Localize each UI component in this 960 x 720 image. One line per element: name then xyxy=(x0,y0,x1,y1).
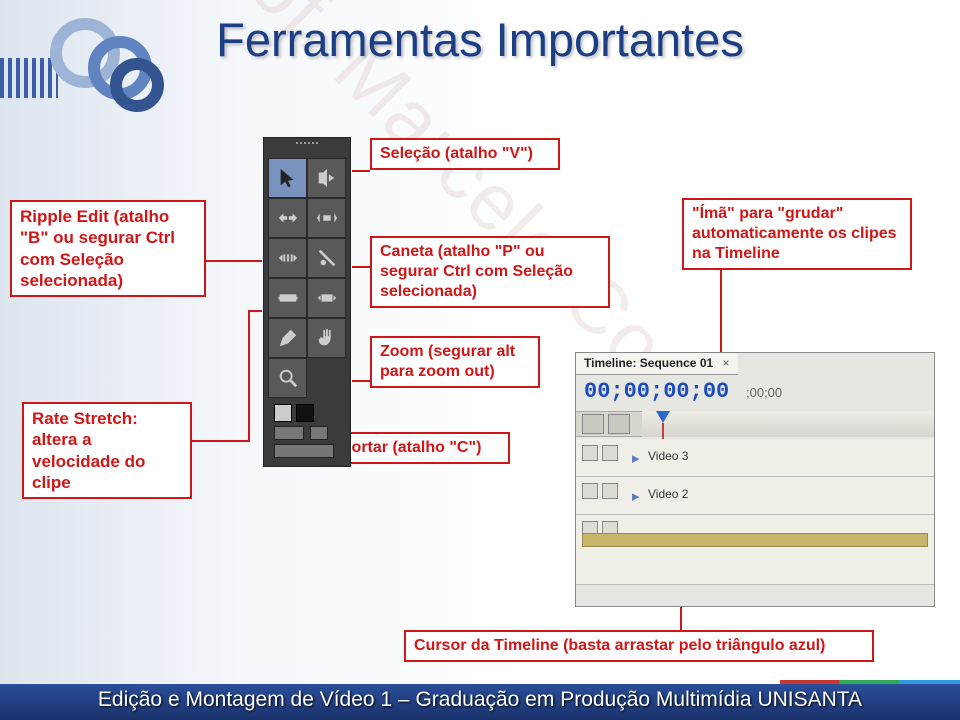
slide: Prof. Marcelo Correia Ferramentas Import… xyxy=(0,0,960,720)
pointer-line xyxy=(248,310,262,312)
selection-tool[interactable] xyxy=(268,158,307,198)
slip-icon xyxy=(277,287,299,309)
track-toggle[interactable] xyxy=(602,445,618,461)
razor-tool[interactable] xyxy=(307,238,346,278)
track-toggle[interactable] xyxy=(582,445,598,461)
pointer-line xyxy=(192,440,248,442)
track-toggle[interactable] xyxy=(602,483,618,499)
pen-tool[interactable] xyxy=(268,318,307,358)
timeline-track[interactable]: ▸ Video 2 xyxy=(576,477,934,515)
rate-stretch-icon xyxy=(277,247,299,269)
pointer-line xyxy=(352,380,370,382)
magnifier-icon xyxy=(277,367,299,389)
cursor-icon xyxy=(277,167,299,189)
track-select-icon xyxy=(316,167,338,189)
timecode-sub: ;00;00 xyxy=(746,385,782,400)
callout-razor: Cortar (atalho "C") xyxy=(330,432,510,464)
callout-zoom: Zoom (segurar alt para zoom out) xyxy=(370,336,540,388)
slip-tool[interactable] xyxy=(268,278,307,318)
callout-rate: Rate Stretch: altera a velocidade do cli… xyxy=(22,402,192,499)
track-label: Video 3 xyxy=(648,449,688,463)
expand-icon[interactable]: ▸ xyxy=(632,487,640,505)
callout-snap: "Ímã" para "grudar" automaticamente os c… xyxy=(682,198,912,270)
ripple-icon xyxy=(277,207,299,229)
pointer-line xyxy=(248,310,250,442)
swatch-fg[interactable] xyxy=(274,404,292,422)
rolling-edit-tool[interactable] xyxy=(307,198,346,238)
close-icon[interactable]: × xyxy=(723,356,730,370)
slide-title: Ferramentas Importantes xyxy=(0,12,960,67)
stroke-chip[interactable] xyxy=(274,444,334,458)
timeline-panel: Timeline: Sequence 01 × 00;00;00;00 ;00;… xyxy=(575,352,935,607)
timeline-track[interactable] xyxy=(576,515,934,585)
pointer-line xyxy=(352,266,370,268)
rate-stretch-tool[interactable] xyxy=(268,238,307,278)
toolbox-empty xyxy=(307,358,346,398)
ripple-edit-tool[interactable] xyxy=(268,198,307,238)
track-toggle[interactable] xyxy=(582,483,598,499)
color-swatches[interactable] xyxy=(268,398,346,424)
stroke-chip[interactable] xyxy=(274,426,304,440)
stroke-chip[interactable] xyxy=(310,426,328,440)
work-area-bar[interactable] xyxy=(582,533,928,547)
footer-text: Edição e Montagem de Vídeo 1 – Graduação… xyxy=(98,688,862,712)
timeline-track[interactable]: ▸ Video 3 xyxy=(576,439,934,477)
timeline-tab-label: Timeline: Sequence 01 xyxy=(584,356,713,370)
callout-selection: Seleção (atalho "V") xyxy=(370,138,560,170)
razor-icon xyxy=(316,247,338,269)
playhead-marker[interactable] xyxy=(656,411,670,423)
timeline-ruler[interactable] xyxy=(642,411,934,437)
timecode[interactable]: 00;00;00;00 xyxy=(584,381,729,403)
callout-pen: Caneta (atalho "P" ou segurar Ctrl com S… xyxy=(370,236,610,308)
slide-tool[interactable] xyxy=(307,278,346,318)
slide-icon xyxy=(316,287,338,309)
zoom-tool[interactable] xyxy=(268,358,307,398)
callout-ripple: Ripple Edit (atalho "B" ou segurar Ctrl … xyxy=(10,200,206,297)
pointer-line xyxy=(352,170,370,172)
footer: Edição e Montagem de Vídeo 1 – Graduação… xyxy=(0,680,960,720)
snap-toggle[interactable] xyxy=(582,414,604,434)
timeline-tab[interactable]: Timeline: Sequence 01 × xyxy=(576,353,738,375)
hand-icon xyxy=(316,327,338,349)
panel-grip[interactable] xyxy=(268,142,346,154)
pen-icon xyxy=(277,327,299,349)
timeline-button[interactable] xyxy=(608,414,630,434)
pointer-line xyxy=(206,260,262,262)
expand-icon[interactable]: ▸ xyxy=(632,449,640,467)
swatch-bg[interactable] xyxy=(296,404,314,422)
track-select-tool[interactable] xyxy=(307,158,346,198)
callout-cursor: Cursor da Timeline (basta arrastar pelo … xyxy=(404,630,874,662)
track-label: Video 2 xyxy=(648,487,688,501)
hand-tool[interactable] xyxy=(307,318,346,358)
toolbox-panel xyxy=(263,137,351,467)
rolling-icon xyxy=(316,207,338,229)
stroke-row xyxy=(268,424,346,442)
